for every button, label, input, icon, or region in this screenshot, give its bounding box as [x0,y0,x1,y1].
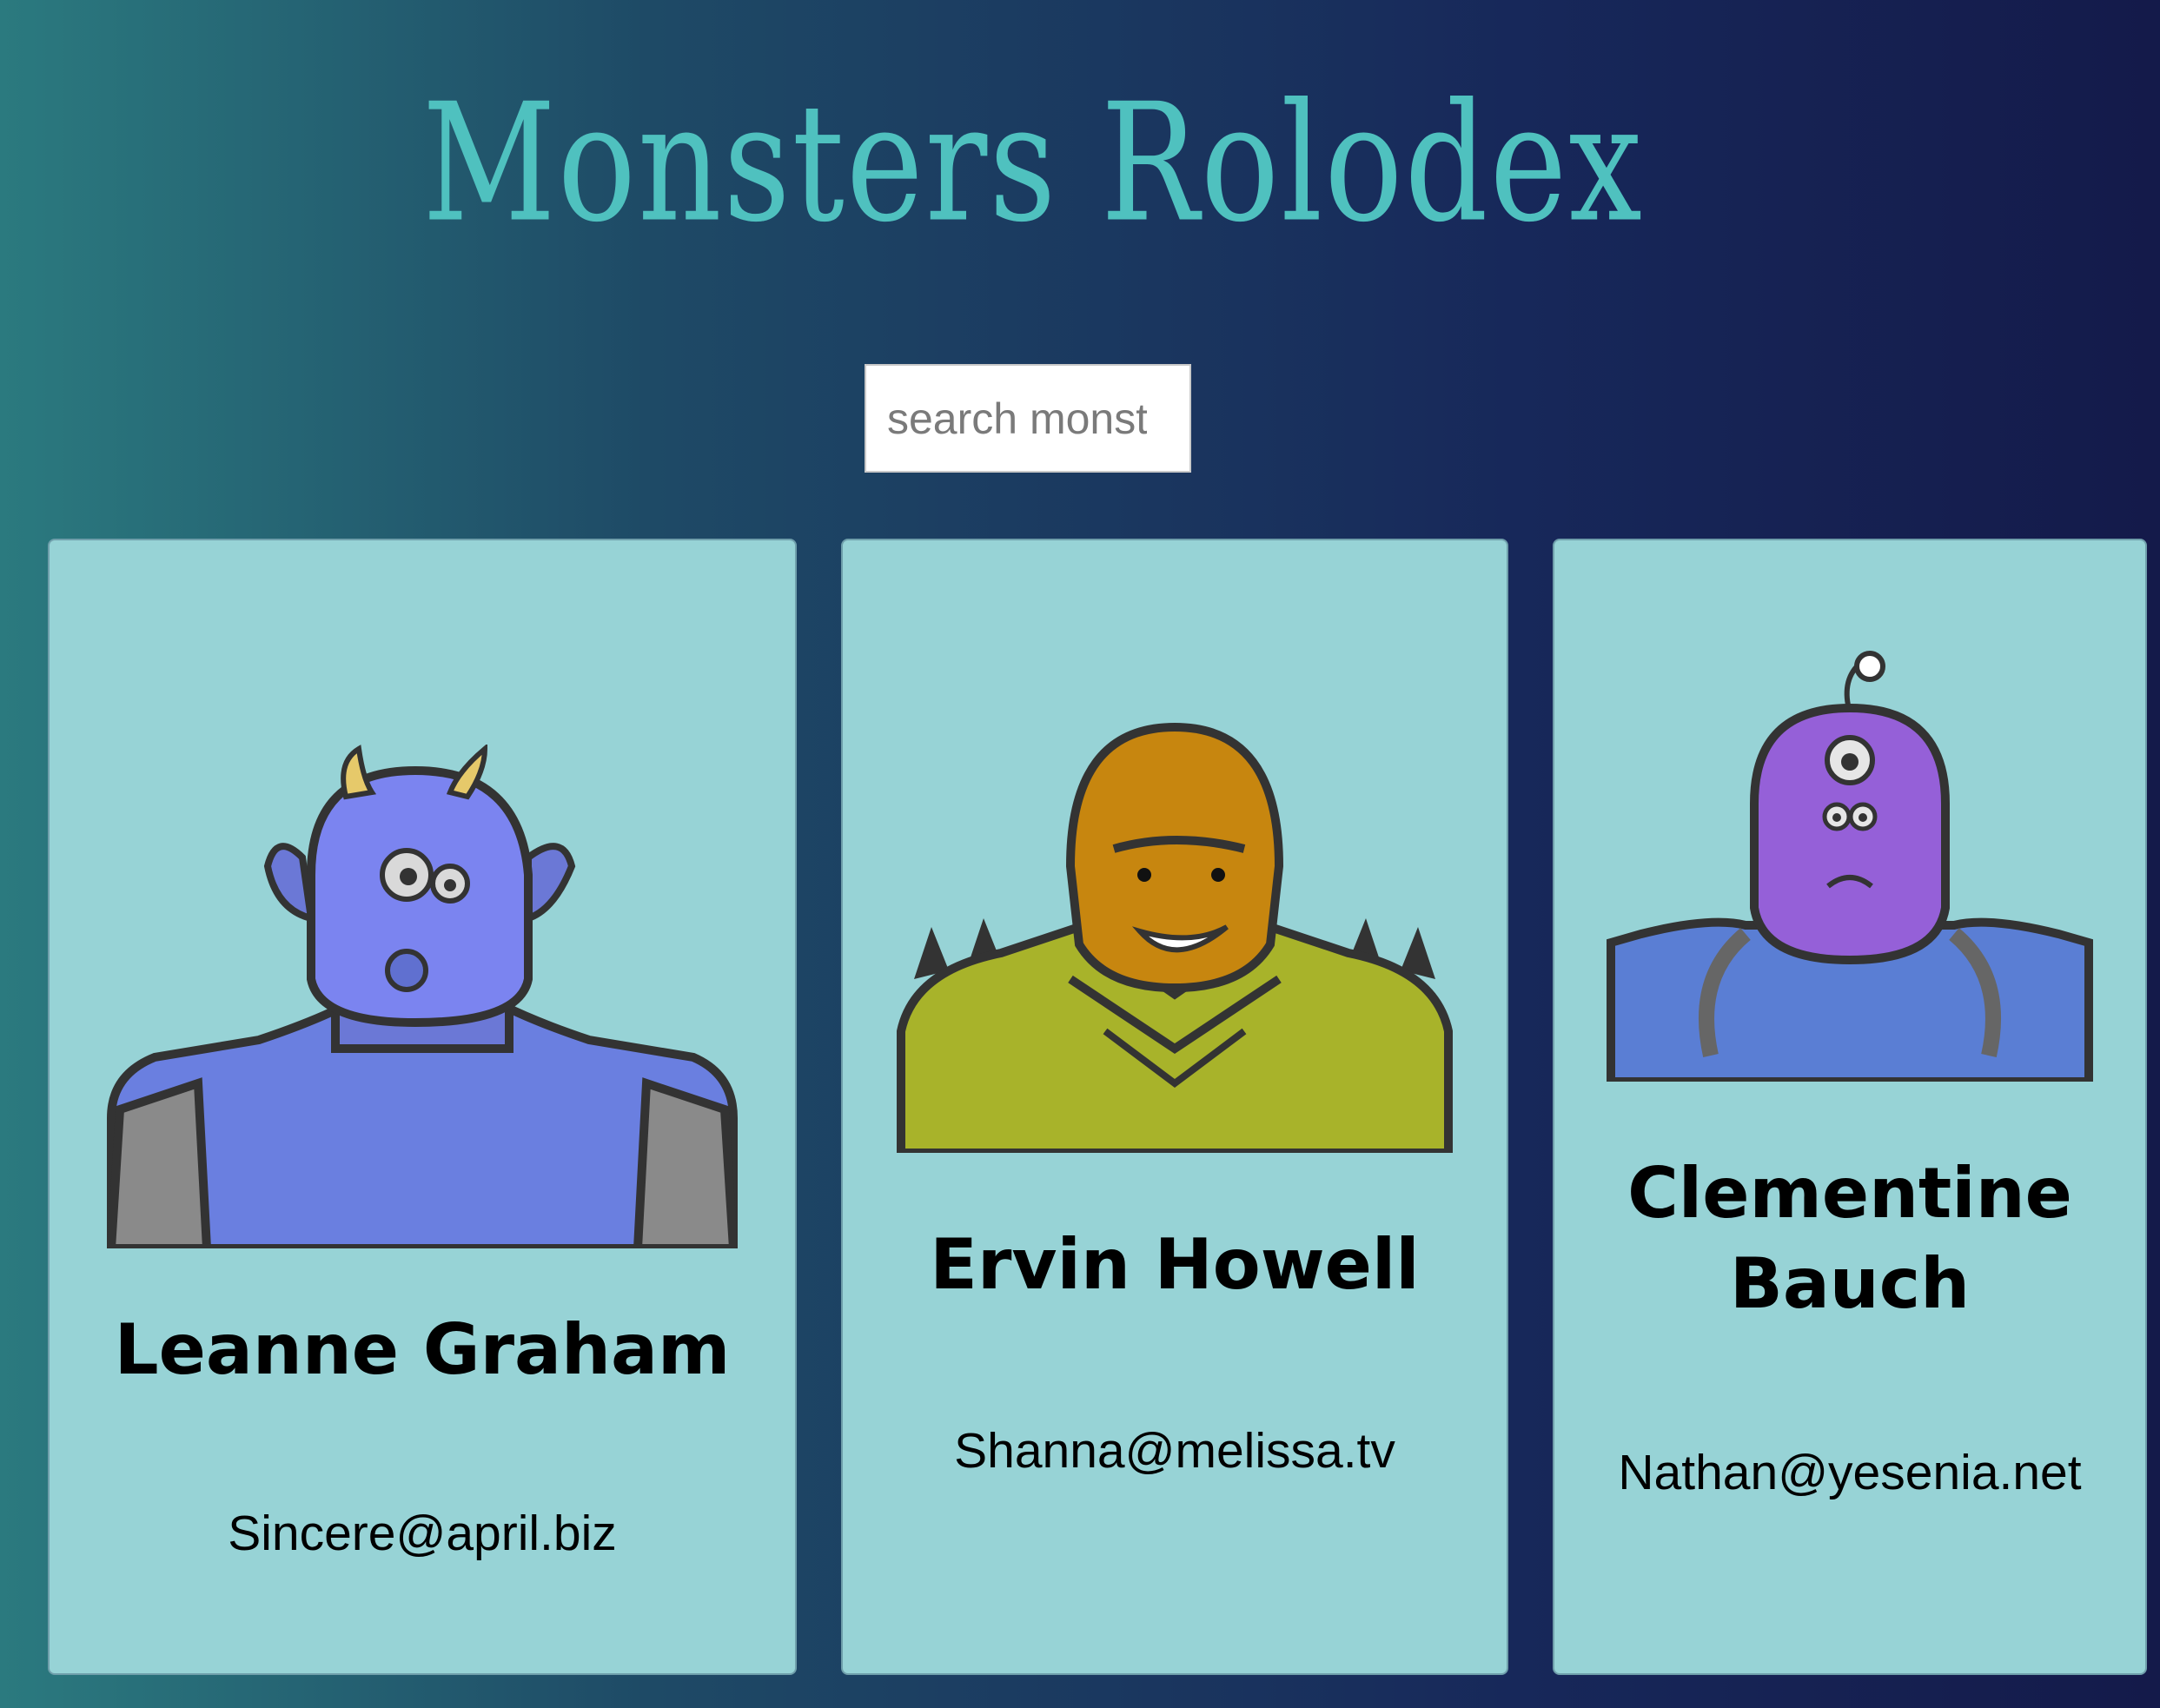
monster-email: Nathan@yesenia.net [1618,1445,2082,1500]
purple-cyclops-robot-monster-icon [1607,651,2093,1082]
monster-name: Ervin Howell [930,1224,1420,1305]
monster-card[interactable]: Ervin Howell Shanna@melissa.tv [841,539,1508,1675]
horned-blue-monster-icon [106,745,739,1248]
orange-spiky-monster-icon [897,722,1453,1153]
monster-email: Shanna@melissa.tv [954,1423,1395,1479]
search-input[interactable] [865,364,1191,473]
monster-card[interactable]: Clementine Bauch Nathan@yesenia.net [1553,539,2147,1675]
monster-name: Clementine Bauch [1627,1153,2072,1324]
page-title: Monsters Rolodex [422,70,1644,259]
monster-card[interactable]: Leanne Graham Sincere@april.biz [48,539,797,1675]
monster-name: Leanne Graham [114,1309,731,1390]
monster-email: Sincere@april.biz [228,1506,617,1561]
